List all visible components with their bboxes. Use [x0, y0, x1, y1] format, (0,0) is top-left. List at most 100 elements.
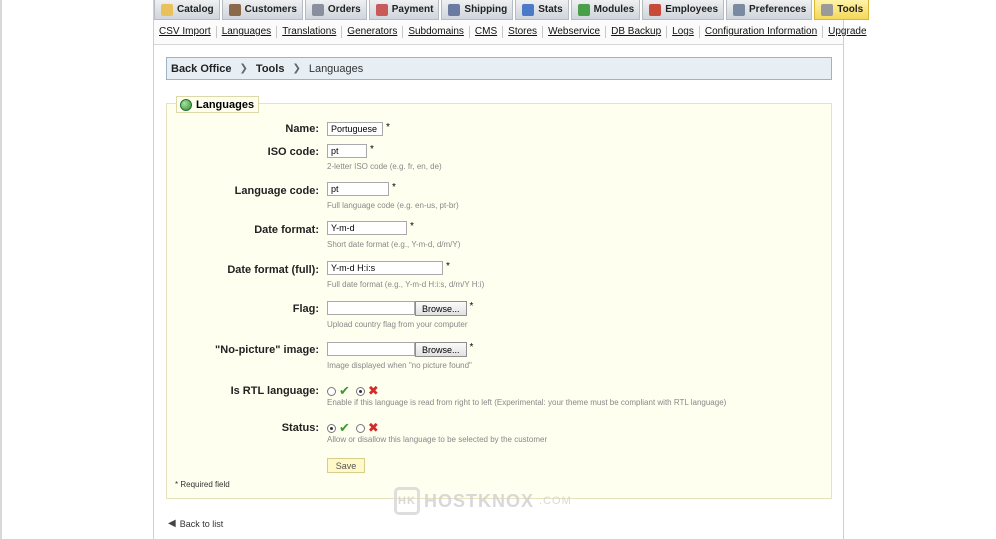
- tab-label: Customers: [244, 4, 297, 15]
- submenu-configuration-information[interactable]: Configuration Information: [705, 26, 824, 38]
- no-picture-file-input[interactable]: [327, 342, 415, 356]
- language-form: Languages Name: Portuguese * ISO code: pt…: [166, 96, 832, 499]
- back-arrow-icon: ◀: [168, 518, 176, 529]
- tab-tools[interactable]: Tools: [814, 0, 870, 20]
- tab-preferences[interactable]: Preferences: [726, 0, 813, 20]
- payment-icon: [375, 3, 388, 16]
- date-format-input[interactable]: Y-m-d: [327, 221, 407, 235]
- wrench-icon: [821, 3, 834, 16]
- submenu-stores[interactable]: Stores: [508, 26, 544, 38]
- hostknox-watermark: HK HOSTKNOX .COM: [394, 487, 572, 515]
- rtl-hint: Enable if this language is read from rig…: [327, 398, 727, 407]
- iso-field-wrap: pt *: [327, 144, 374, 158]
- date-format-field-wrap: Y-m-d *: [327, 221, 414, 235]
- form-legend: Languages: [176, 96, 260, 113]
- employee-icon: [649, 3, 662, 16]
- tab-employees[interactable]: Employees: [642, 0, 725, 20]
- tab-stats[interactable]: Stats: [515, 0, 569, 20]
- submenu-db-backup[interactable]: DB Backup: [611, 26, 668, 38]
- back-to-list-link[interactable]: ◀ Back to list: [168, 518, 223, 529]
- submenu-languages[interactable]: Languages: [222, 26, 278, 38]
- tab-label: Payment: [391, 4, 434, 15]
- check-icon: ✔: [339, 420, 350, 435]
- hostknox-logo-icon: HK: [394, 487, 420, 515]
- iso-input[interactable]: pt: [327, 144, 367, 158]
- customer-icon: [228, 3, 241, 16]
- breadcrumb-current: Languages: [308, 62, 364, 75]
- flag-hint: Upload country flag from your computer: [327, 320, 468, 329]
- rtl-options: ✔ ✖: [327, 383, 379, 399]
- status-disabled-radio[interactable]: [355, 423, 365, 433]
- back-to-list-label: Back to list: [179, 518, 224, 529]
- tab-label: Tools: [837, 4, 864, 15]
- chevron-right-icon: ❯: [239, 63, 248, 74]
- check-icon: ✔: [339, 383, 350, 398]
- flag-label: Flag:: [292, 303, 319, 315]
- tab-label: Preferences: [749, 4, 807, 15]
- save-button[interactable]: Save: [327, 458, 365, 473]
- admin-panel: Catalog Customers Orders Payment Shipping Sta…: [153, 0, 870, 539]
- tab-label: Catalog: [177, 4, 214, 15]
- submenu-webservice[interactable]: Webservice: [548, 26, 607, 38]
- submenu-csv-import[interactable]: CSV Import: [159, 26, 217, 38]
- iso-label: ISO code:: [267, 146, 319, 158]
- tab-label: Shipping: [464, 4, 508, 15]
- tools-submenu: CSV Import Languages Translations Generator…: [154, 20, 867, 45]
- no-picture-label: "No-picture" image:: [215, 344, 319, 356]
- date-format-full-field-wrap: Y-m-d H:i:s *: [327, 261, 450, 275]
- no-picture-browse-button[interactable]: Browse...: [415, 342, 467, 357]
- required-mark: *: [370, 144, 374, 155]
- status-label: Status:: [281, 422, 319, 434]
- required-mark: *: [392, 182, 396, 193]
- required-mark: *: [469, 342, 474, 353]
- breadcrumb-tools[interactable]: Tools: [256, 63, 285, 75]
- required-field-note: * Required field: [175, 480, 230, 489]
- submenu-cms[interactable]: CMS: [475, 26, 504, 38]
- date-format-full-input[interactable]: Y-m-d H:i:s: [327, 261, 443, 275]
- required-mark: *: [386, 122, 390, 133]
- date-format-hint: Short date format (e.g., Y-m-d, d/m/Y): [327, 240, 461, 249]
- submenu-upgrade[interactable]: Upgrade: [828, 26, 871, 38]
- no-picture-hint: Image displayed when "no picture found": [327, 361, 472, 370]
- left-page-edge: [0, 0, 2, 539]
- language-code-input[interactable]: pt: [327, 182, 389, 196]
- date-format-full-hint: Full date format (e.g., Y-m-d H:i:s, d/m…: [327, 280, 485, 289]
- tab-customers[interactable]: Customers: [221, 0, 303, 20]
- rtl-no-radio[interactable]: [355, 386, 365, 396]
- main-tab-bar: Catalog Customers Orders Payment Shipping Sta…: [154, 0, 870, 20]
- required-mark: *: [410, 221, 414, 232]
- globe-icon: [180, 98, 192, 111]
- watermark-text: HOSTKNOX: [424, 490, 535, 511]
- submenu-generators[interactable]: Generators: [347, 26, 404, 38]
- tab-shipping[interactable]: Shipping: [441, 0, 514, 20]
- date-format-label: Date format:: [254, 224, 319, 236]
- puzzle-icon: [577, 3, 590, 16]
- tab-label: Stats: [538, 4, 563, 15]
- submenu-translations[interactable]: Translations: [282, 26, 343, 38]
- name-field-wrap: Portuguese *: [327, 122, 390, 136]
- tab-modules[interactable]: Modules: [570, 0, 641, 20]
- cross-icon: ✖: [367, 420, 379, 435]
- rtl-label: Is RTL language:: [230, 385, 319, 397]
- flag-browse-button[interactable]: Browse...: [415, 301, 467, 316]
- required-mark: *: [469, 301, 474, 312]
- rtl-yes-radio[interactable]: [327, 386, 336, 396]
- name-input[interactable]: Portuguese: [327, 122, 383, 136]
- tab-payment[interactable]: Payment: [368, 0, 440, 20]
- folder-icon: [161, 3, 173, 16]
- tab-orders[interactable]: Orders: [304, 0, 367, 20]
- tab-catalog[interactable]: Catalog: [154, 0, 220, 20]
- submenu-subdomains[interactable]: Subdomains: [408, 26, 470, 38]
- breadcrumb-back-office[interactable]: Back Office: [171, 63, 232, 75]
- cross-icon: ✖: [367, 383, 379, 398]
- status-enabled-radio[interactable]: [327, 423, 336, 433]
- flag-file-input[interactable]: [327, 301, 415, 315]
- flag-field-wrap: Browse... *: [327, 301, 473, 316]
- iso-hint: 2-letter ISO code (e.g. fr, en, de): [327, 162, 442, 171]
- status-hint: Allow or disallow this language to be se…: [327, 435, 548, 444]
- required-mark: *: [446, 261, 450, 272]
- watermark-suffix: .COM: [539, 495, 572, 507]
- submenu-logs[interactable]: Logs: [672, 26, 700, 38]
- preferences-icon: [733, 3, 746, 16]
- truck-icon: [448, 3, 461, 16]
